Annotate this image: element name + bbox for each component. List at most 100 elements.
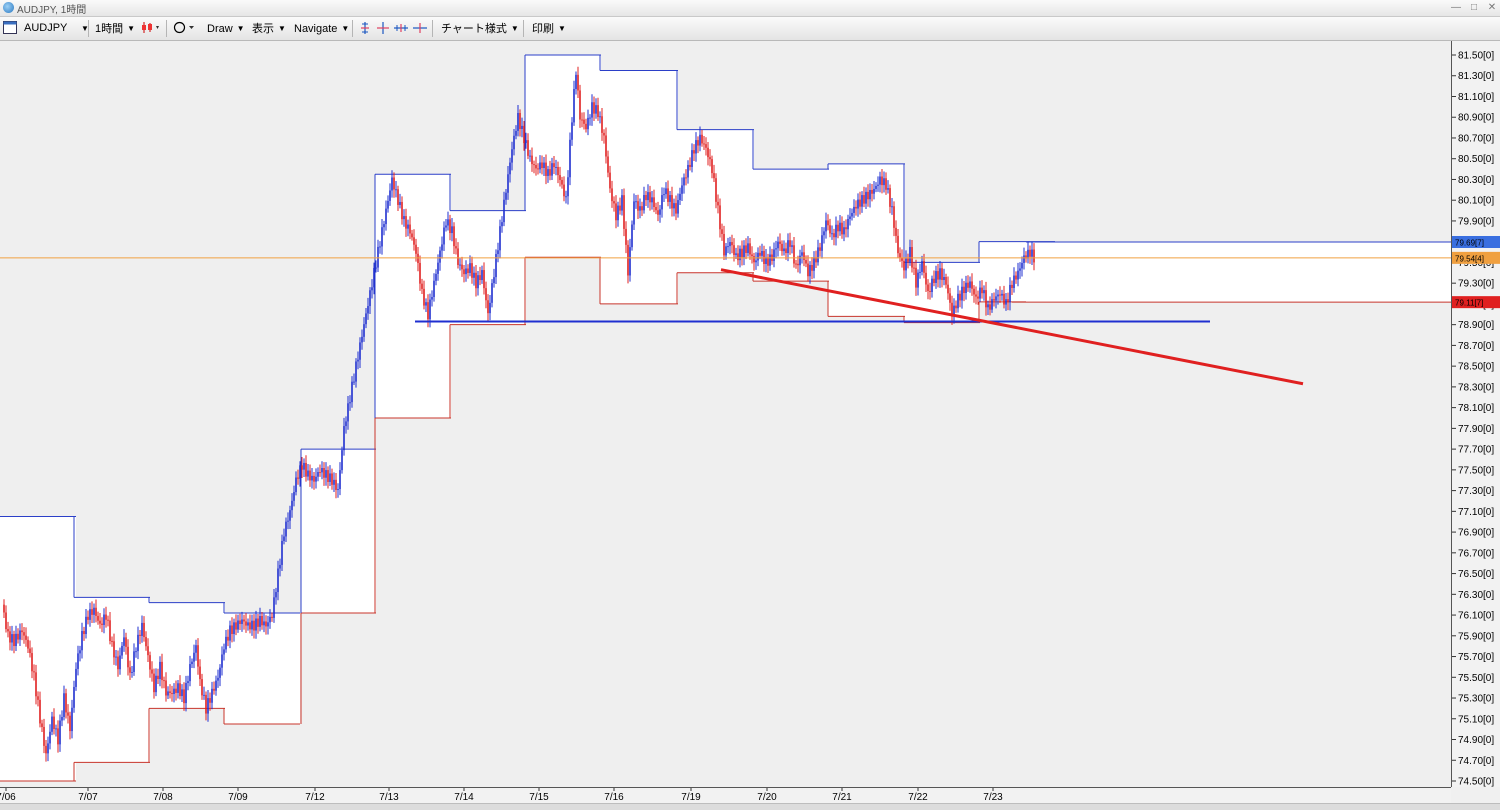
candle-body xyxy=(219,667,221,678)
shape-tool-button[interactable] xyxy=(173,21,197,36)
price-tick-label: 77.30[0] xyxy=(1458,486,1494,497)
candle-body xyxy=(993,299,995,301)
chart-canvas[interactable] xyxy=(0,41,1451,787)
candle-body xyxy=(181,689,183,697)
candle-body xyxy=(15,633,17,647)
candle-body xyxy=(25,635,27,640)
candle-body xyxy=(113,641,115,658)
candle-body xyxy=(435,273,437,281)
candle-body xyxy=(447,219,449,226)
candle-body xyxy=(681,185,683,194)
zoom-out-vertical-button[interactable] xyxy=(375,21,391,36)
maximize-icon[interactable]: □ xyxy=(1466,1,1482,14)
candle-body xyxy=(127,646,129,668)
zoom-in-vertical-button[interactable] xyxy=(357,21,373,36)
candle-body xyxy=(391,177,393,191)
candle-body xyxy=(1013,275,1015,288)
candle-body xyxy=(805,260,807,264)
candle-body xyxy=(409,224,411,234)
candle-body xyxy=(389,190,391,201)
candle-body xyxy=(65,693,67,713)
candle-body xyxy=(147,646,149,656)
candle-body xyxy=(75,668,77,687)
candle-body xyxy=(247,622,249,626)
candle-body xyxy=(215,680,217,691)
candle-body xyxy=(261,615,263,626)
price-chart[interactable] xyxy=(0,41,1452,787)
price-tick-label: 76.90[0] xyxy=(1458,528,1494,539)
candle-body xyxy=(1015,275,1017,280)
time-axis[interactable]: 7/06 7/07 7/08 7/09 7/12 7/13 7/14 7/15 7/16 7/19… xyxy=(0,787,1451,804)
candle-body xyxy=(161,661,163,681)
candle-body xyxy=(287,520,289,522)
candle-body xyxy=(171,692,173,695)
display-menu[interactable]: 表示 ▼ xyxy=(252,21,286,36)
print-menu[interactable]: 印刷 ▼ xyxy=(532,21,566,36)
candle-body xyxy=(21,630,23,633)
candle-body xyxy=(121,645,123,656)
candle-body xyxy=(481,270,483,281)
candle-body xyxy=(947,284,949,294)
candle-body xyxy=(7,629,9,632)
daily-range-box xyxy=(0,516,76,781)
candle-body xyxy=(565,196,567,198)
chart-style-menu[interactable]: チャート様式 ▼ xyxy=(441,21,519,36)
zoom-in-horizontal-button[interactable] xyxy=(393,21,409,36)
candle-body xyxy=(753,256,755,263)
candle-body xyxy=(217,677,219,681)
candle-body xyxy=(417,253,419,263)
candle-body xyxy=(279,564,281,569)
minimize-icon[interactable]: — xyxy=(1448,1,1464,14)
candle-body xyxy=(697,140,699,146)
candle-body xyxy=(573,88,575,123)
candle-body xyxy=(689,164,691,167)
candle-body xyxy=(715,178,717,202)
candle-body xyxy=(845,227,847,230)
candle-body xyxy=(439,250,441,263)
candle-body xyxy=(945,276,947,285)
candle-body xyxy=(71,707,73,732)
candle-body xyxy=(403,216,405,220)
timeframe-select[interactable]: 1時間 ▼ xyxy=(95,21,135,36)
candle-body xyxy=(703,143,705,145)
candle-body xyxy=(419,262,421,284)
draw-menu[interactable]: Draw ▼ xyxy=(207,21,245,36)
candle-body xyxy=(79,650,81,654)
candle-body xyxy=(587,117,589,130)
candle-body xyxy=(49,731,51,744)
candle-body xyxy=(851,212,853,217)
candle-body xyxy=(693,150,695,154)
zoom-out-horizontal-button[interactable] xyxy=(412,21,428,36)
chart-type-button[interactable] xyxy=(140,21,162,36)
chart-window-icon[interactable] xyxy=(3,21,17,36)
candle-body xyxy=(29,648,31,654)
candle-body xyxy=(807,263,809,277)
candle-body xyxy=(429,299,431,320)
candle-body xyxy=(207,698,209,714)
price-tick-label: 76.50[0] xyxy=(1458,569,1494,580)
candle-body xyxy=(455,246,457,249)
navigate-menu[interactable]: Navigate ▼ xyxy=(294,21,349,36)
candle-body xyxy=(145,637,147,647)
candle-body xyxy=(793,245,795,264)
candle-body xyxy=(647,192,649,201)
candle-body xyxy=(357,359,359,362)
close-icon[interactable]: ✕ xyxy=(1484,1,1500,14)
candle-body xyxy=(441,244,443,251)
circle-icon xyxy=(173,21,194,34)
candle-body xyxy=(449,219,451,234)
candle-body xyxy=(323,468,325,478)
candle-body xyxy=(527,140,529,156)
window-title: AUDJPY, 1時間 xyxy=(17,5,87,16)
price-tick-label: 78.70[0] xyxy=(1458,341,1494,352)
chevron-down-icon: ▼ xyxy=(558,24,566,33)
candle-body xyxy=(641,206,643,211)
candle-body xyxy=(359,342,361,360)
candle-body xyxy=(893,206,895,228)
candle-body xyxy=(199,666,201,680)
symbol-select[interactable]: AUDJPY xyxy=(24,21,67,36)
price-tick-label: 75.70[0] xyxy=(1458,652,1494,663)
candle-body xyxy=(153,673,155,693)
price-axis[interactable]: 81.50[0] 81.30[0] 81.10[0] 80.90[0] 80.70[0]… xyxy=(1452,41,1500,787)
candle-body xyxy=(517,112,519,131)
